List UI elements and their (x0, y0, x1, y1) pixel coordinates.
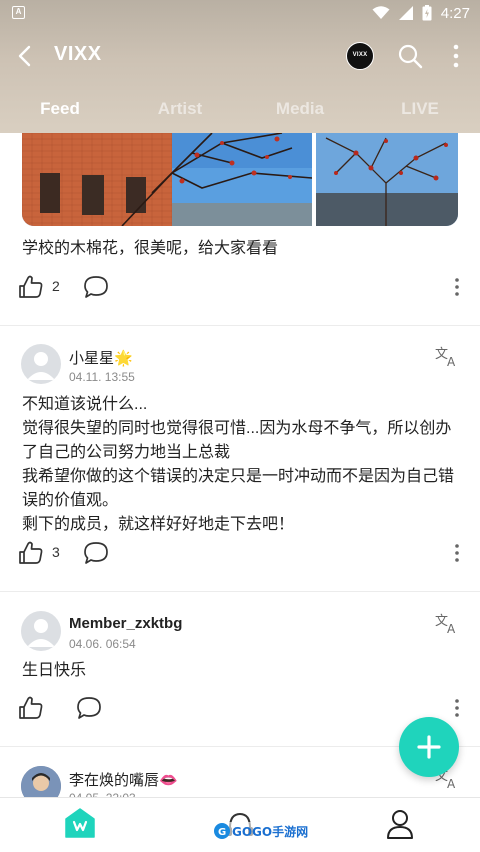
bottom-navigation: G GOGO手游网 (0, 797, 480, 852)
post-actions (18, 693, 462, 723)
post-actions: 2 (18, 272, 462, 302)
comment-icon[interactable] (83, 275, 109, 299)
post-timestamp: 04.11. 13:55 (69, 370, 135, 384)
status-bar: A 4:27 (0, 0, 480, 26)
tab-artist[interactable]: Artist (120, 92, 240, 126)
post-photo-row (22, 133, 458, 226)
headphone-icon[interactable]: G GOGO手游网 (210, 806, 310, 846)
like-icon[interactable] (18, 274, 46, 300)
wifi-icon (372, 6, 390, 19)
like-icon[interactable] (18, 540, 46, 566)
post-divider (0, 325, 480, 326)
plus-icon (417, 735, 441, 759)
post-username[interactable]: 李在焕的嘴唇👄 (69, 769, 178, 790)
profile-icon[interactable] (386, 808, 414, 840)
more-options-icon[interactable] (444, 42, 468, 70)
status-time: 4:27 (440, 4, 470, 22)
comment-icon[interactable] (76, 696, 102, 720)
like-icon[interactable] (18, 695, 46, 721)
post-more-icon[interactable] (452, 541, 462, 565)
like-count: 3 (52, 544, 60, 560)
watermark-text: GOGO手游网 (232, 825, 309, 839)
svg-text:A: A (447, 355, 456, 367)
battery-icon (422, 5, 432, 21)
post-username[interactable]: 小星星🌟 (69, 347, 133, 368)
tab-feed[interactable]: Feed (0, 92, 120, 126)
post-more-icon[interactable] (452, 275, 462, 299)
community-title: VIXX (54, 43, 102, 65)
post-body[interactable]: 不知道该说什么... 觉得很失望的同时也觉得很可惜...因为水母不争气，所以创办… (22, 393, 462, 537)
post-body[interactable]: 生日快乐 (22, 659, 462, 683)
post-username[interactable]: Member_zxktbg (69, 615, 182, 632)
notification-app-icon: A (12, 6, 25, 19)
svg-text:G: G (218, 827, 226, 838)
signal-icon (398, 6, 413, 20)
tab-bar: Feed Artist Media LIVE (0, 92, 480, 126)
avatar[interactable] (21, 344, 61, 384)
svg-text:A: A (447, 777, 456, 789)
avatar[interactable] (21, 611, 61, 651)
tab-live[interactable]: LIVE (360, 92, 480, 126)
like-count: 2 (52, 278, 60, 294)
title-bar: VIXX VIXX (0, 30, 480, 82)
status-right: 4:27 (372, 4, 470, 22)
post-timestamp: 04.06. 06:54 (69, 637, 136, 651)
translate-icon[interactable]: 文 A (435, 345, 461, 367)
artist-logo[interactable]: VIXX (346, 42, 374, 70)
post-body[interactable]: 学校的木棉花，很美呢，给大家看看 (22, 237, 462, 261)
translate-icon[interactable]: 文 A (435, 612, 461, 634)
search-icon[interactable] (396, 42, 424, 70)
home-icon[interactable] (65, 808, 95, 838)
back-arrow-icon[interactable] (12, 42, 40, 70)
svg-text:A: A (447, 622, 456, 634)
post-photo[interactable] (22, 133, 312, 226)
comment-icon[interactable] (83, 541, 109, 565)
tab-media[interactable]: Media (240, 92, 360, 126)
post-actions: 3 (18, 538, 462, 568)
post-divider (0, 591, 480, 592)
app-header: A 4:27 VIXX VIXX Feed Artist Media LIVE (0, 0, 480, 133)
post-photo[interactable] (316, 133, 458, 226)
create-post-button[interactable] (399, 717, 459, 777)
